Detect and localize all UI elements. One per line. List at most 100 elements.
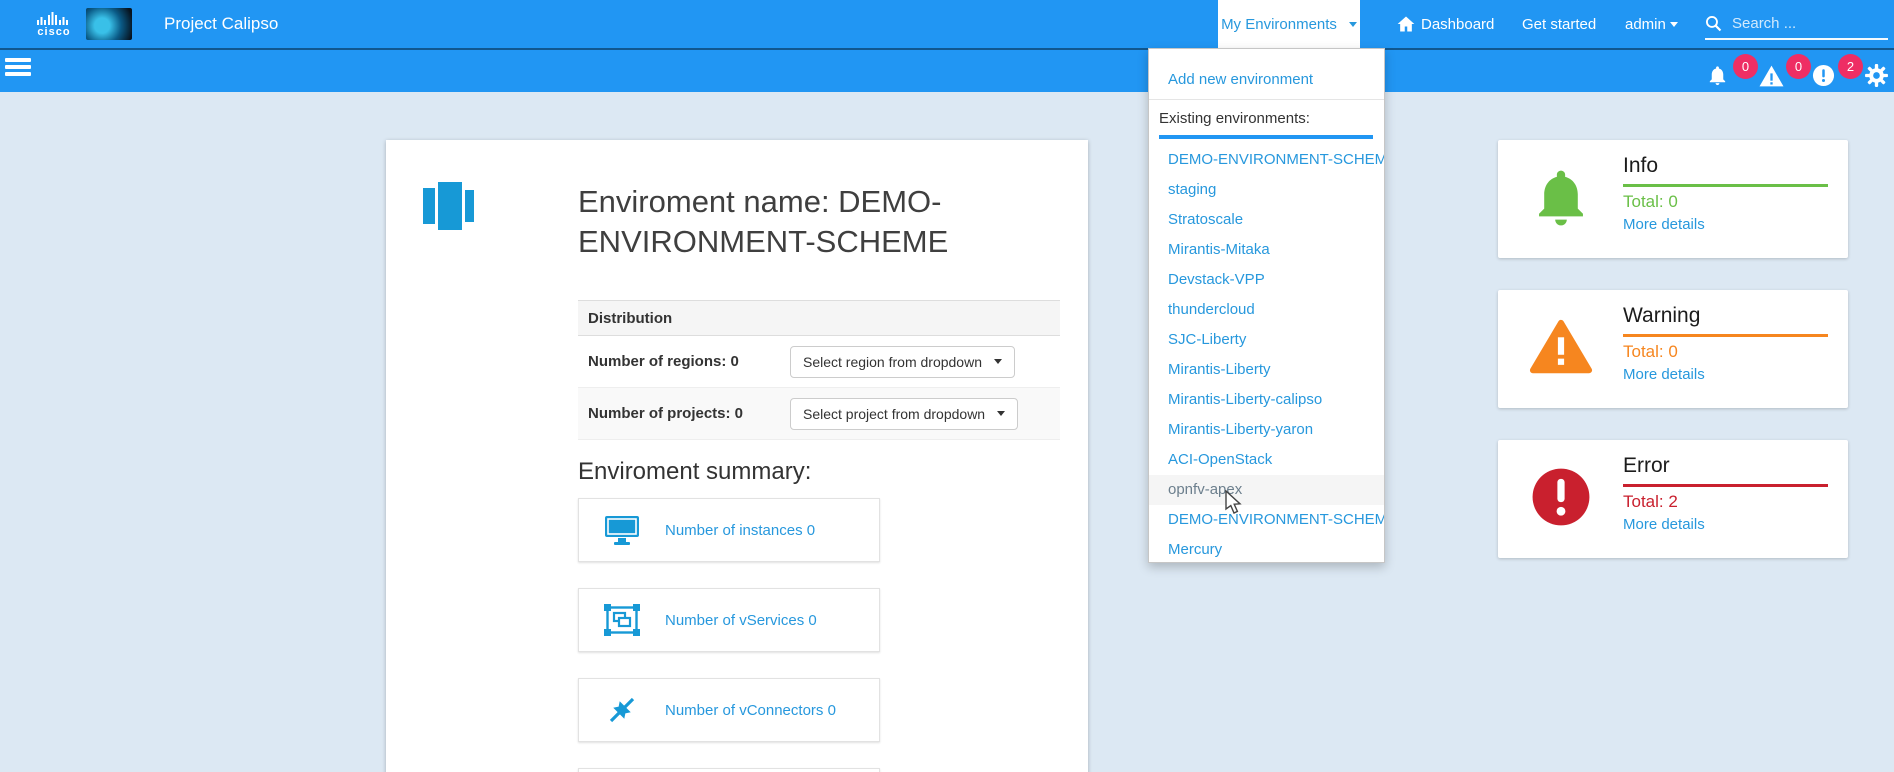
environment-menu-item[interactable]: Mirantis-Liberty-calipso xyxy=(1149,385,1384,415)
environment-name: ACI-OpenStack xyxy=(1168,451,1272,468)
regions-label: Number of regions: 0 xyxy=(588,353,790,370)
environment-name: DEMO-ENVIRONMENT-SCHEME xyxy=(1168,151,1384,168)
environment-name: staging xyxy=(1168,181,1216,198)
vservices-summary-item[interactable]: Number of vServices 0 xyxy=(578,588,880,652)
info-title: Info xyxy=(1623,154,1658,178)
warning-status-card: Warning Total: 0 More details xyxy=(1498,290,1848,408)
environment-name: Mirantis-Mitaka xyxy=(1168,241,1270,258)
object-group-icon xyxy=(579,604,665,636)
app-title: Project Calipso xyxy=(164,4,278,44)
projects-row: Number of projects: 0 Select project fro… xyxy=(578,388,1060,440)
search-icon xyxy=(1705,15,1722,32)
warning-title: Warning xyxy=(1623,304,1700,328)
search-box xyxy=(1705,8,1888,40)
environments-list: DEMO-ENVIRONMENT-SCHEME staging Stratosc… xyxy=(1149,145,1384,563)
nav-user-menu[interactable]: admin xyxy=(1625,0,1678,48)
environment-menu-item[interactable]: SJC-Liberty xyxy=(1149,325,1384,355)
get-started-label: Get started xyxy=(1522,16,1596,33)
menu-accent-bar xyxy=(1159,135,1373,139)
environment-menu-item[interactable]: Mirantis-Liberty-yaron xyxy=(1149,415,1384,445)
menu-divider xyxy=(1149,99,1384,100)
warning-more-details-link[interactable]: More details xyxy=(1623,366,1705,383)
summary-heading: Enviroment summary: xyxy=(578,458,811,486)
environment-name: Mirantis-Liberty xyxy=(1168,361,1271,378)
environment-menu-item[interactable]: Mirantis-Liberty xyxy=(1149,355,1384,385)
nav-get-started[interactable]: Get started xyxy=(1522,0,1596,48)
my-environments-toggle[interactable]: My Environments xyxy=(1218,0,1360,48)
errors-circle-icon[interactable] xyxy=(1812,64,1835,92)
vservices-count-label: Number of vServices 0 xyxy=(665,612,817,629)
environment-menu-item[interactable]: DEMO-ENVIRONMENT-SCHEME xyxy=(1149,145,1384,175)
compress-arrows-icon xyxy=(579,694,665,726)
top-navbar: cisco Project Calipso My Environments Da… xyxy=(0,0,1894,48)
dashboard-label: Dashboard xyxy=(1421,16,1494,33)
select-region-dropdown[interactable]: Select region from dropdown xyxy=(790,346,1015,378)
username-label: admin xyxy=(1625,16,1666,33)
environment-menu-item[interactable]: DEMO-ENVIRONMENT-SCHEME xyxy=(1149,505,1384,535)
info-underline xyxy=(1623,184,1828,187)
summary-item-partial[interactable] xyxy=(578,768,880,772)
projects-label: Number of projects: 0 xyxy=(588,405,790,422)
environment-cube-icon xyxy=(423,182,475,235)
nav-dashboard[interactable]: Dashboard xyxy=(1396,0,1494,48)
mouse-cursor xyxy=(1224,490,1244,519)
add-new-environment-label: Add new environment xyxy=(1168,71,1313,88)
error-total: Total: 2 xyxy=(1623,492,1678,512)
error-underline xyxy=(1623,484,1828,487)
info-total: Total: 0 xyxy=(1623,192,1678,212)
environment-name: Stratoscale xyxy=(1168,211,1243,228)
environments-dropdown-panel: Add new environment Existing environment… xyxy=(1148,48,1385,563)
desktop-icon xyxy=(579,514,665,546)
environment-menu-item[interactable]: Mercury xyxy=(1149,535,1384,563)
warning-triangle-icon xyxy=(1528,312,1594,382)
environment-card: Enviroment name: DEMO-ENVIRONMENT-SCHEME… xyxy=(386,140,1088,772)
errors-count-badge: 2 xyxy=(1838,54,1863,79)
info-status-card: Info Total: 0 More details xyxy=(1498,140,1848,258)
distribution-table: Distribution Number of regions: 0 Select… xyxy=(578,300,1060,440)
warning-total: Total: 0 xyxy=(1623,342,1678,362)
environment-name: Mirantis-Liberty-calipso xyxy=(1168,391,1322,408)
bell-icon xyxy=(1528,162,1594,232)
environment-name: Devstack-VPP xyxy=(1168,271,1265,288)
chevron-down-icon xyxy=(1670,22,1678,27)
environment-menu-item[interactable]: Mirantis-Mitaka xyxy=(1149,235,1384,265)
existing-environments-label: Existing environments: xyxy=(1149,104,1384,134)
home-icon xyxy=(1396,14,1416,34)
environment-menu-item[interactable]: staging xyxy=(1149,175,1384,205)
settings-gear-icon[interactable] xyxy=(1864,63,1889,93)
warnings-count-badge: 0 xyxy=(1786,54,1811,79)
notifications-bell-icon[interactable] xyxy=(1706,64,1729,92)
instances-count-label: Number of instances 0 xyxy=(665,522,815,539)
regions-row: Number of regions: 0 Select region from … xyxy=(578,336,1060,388)
page-title: Enviroment name: DEMO-ENVIRONMENT-SCHEME xyxy=(578,182,1008,262)
vconnectors-summary-item[interactable]: Number of vConnectors 0 xyxy=(578,678,880,742)
error-more-details-link[interactable]: More details xyxy=(1623,516,1705,533)
environment-name: thundercloud xyxy=(1168,301,1255,318)
select-project-dropdown[interactable]: Select project from dropdown xyxy=(790,398,1018,430)
error-status-card: Error Total: 2 More details xyxy=(1498,440,1848,558)
chevron-down-icon xyxy=(994,359,1002,364)
chevron-down-icon xyxy=(1349,22,1357,27)
notification-toolbar: 0 0 2 xyxy=(0,48,1894,92)
environment-menu-item[interactable]: opnfv-apex xyxy=(1149,475,1384,505)
brand: cisco Project Calipso xyxy=(36,4,278,44)
environment-menu-item[interactable]: Devstack-VPP xyxy=(1149,265,1384,295)
hamburger-menu-icon[interactable] xyxy=(5,58,31,78)
chevron-down-icon xyxy=(997,411,1005,416)
add-new-environment-item[interactable]: Add new environment xyxy=(1149,65,1384,95)
environment-menu-item[interactable]: Stratoscale xyxy=(1149,205,1384,235)
warning-underline xyxy=(1623,334,1828,337)
search-input[interactable] xyxy=(1730,14,1874,33)
environment-menu-item[interactable]: thundercloud xyxy=(1149,295,1384,325)
error-title: Error xyxy=(1623,454,1670,478)
environment-name: SJC-Liberty xyxy=(1168,331,1246,348)
environment-name: Mercury xyxy=(1168,541,1222,558)
cisco-wordmark: cisco xyxy=(37,27,70,37)
notifications-count-badge: 0 xyxy=(1733,54,1758,79)
warnings-triangle-icon[interactable] xyxy=(1759,65,1784,92)
instances-summary-item[interactable]: Number of instances 0 xyxy=(578,498,880,562)
banner-photo xyxy=(86,8,132,40)
info-more-details-link[interactable]: More details xyxy=(1623,216,1705,233)
error-circle-icon xyxy=(1528,462,1594,532)
environment-menu-item[interactable]: ACI-OpenStack xyxy=(1149,445,1384,475)
